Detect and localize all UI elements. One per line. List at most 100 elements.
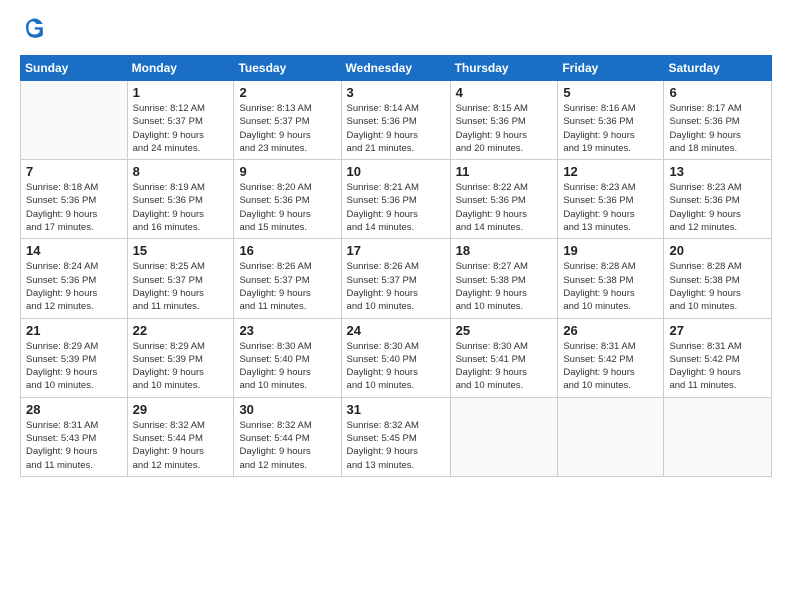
day-number: 6 [669,85,766,100]
calendar-week-row: 1 Sunrise: 8:12 AM Sunset: 5:37 PM Daylig… [21,81,772,160]
day-info: Sunrise: 8:29 AM Sunset: 5:39 PM Dayligh… [133,340,229,393]
day-number: 28 [26,402,122,417]
day-number: 1 [133,85,229,100]
calendar-day-cell: 7 Sunrise: 8:18 AM Sunset: 5:36 PM Daylig… [21,160,128,239]
calendar-day-cell: 12Sunrise: 8:23 AM Sunset: 5:36 PM Dayli… [558,160,664,239]
calendar-day-cell [450,397,558,476]
day-info: Sunrise: 8:12 AM Sunset: 5:37 PM Dayligh… [133,102,229,155]
calendar-day-cell: 1 Sunrise: 8:12 AM Sunset: 5:37 PM Daylig… [127,81,234,160]
day-info: Sunrise: 8:24 AM Sunset: 5:36 PM Dayligh… [26,260,122,313]
day-number: 21 [26,323,122,338]
day-info: Sunrise: 8:30 AM Sunset: 5:40 PM Dayligh… [347,340,445,393]
day-info: Sunrise: 8:28 AM Sunset: 5:38 PM Dayligh… [563,260,658,313]
calendar-day-cell: 28 Sunrise: 8:31 AM Sunset: 5:43 PM Dayli… [21,397,128,476]
calendar-day-cell [558,397,664,476]
day-info: Sunrise: 8:14 AM Sunset: 5:36 PM Dayligh… [347,102,445,155]
day-number: 22 [133,323,229,338]
day-info: Sunrise: 8:19 AM Sunset: 5:36 PM Dayligh… [133,181,229,234]
day-number: 8 [133,164,229,179]
calendar-day-cell: 8 Sunrise: 8:19 AM Sunset: 5:36 PM Daylig… [127,160,234,239]
day-info: Sunrise: 8:32 AM Sunset: 5:44 PM Dayligh… [133,419,229,472]
calendar-day-cell: 17 Sunrise: 8:26 AM Sunset: 5:37 PM Dayli… [341,239,450,318]
calendar-week-row: 14 Sunrise: 8:24 AM Sunset: 5:36 PM Dayli… [21,239,772,318]
day-info: Sunrise: 8:28 AM Sunset: 5:38 PM Dayligh… [669,260,766,313]
day-info: Sunrise: 8:27 AM Sunset: 5:38 PM Dayligh… [456,260,553,313]
day-number: 10 [347,164,445,179]
day-number: 5 [563,85,658,100]
day-number: 14 [26,243,122,258]
calendar-week-row: 21 Sunrise: 8:29 AM Sunset: 5:39 PM Dayli… [21,318,772,397]
day-number: 17 [347,243,445,258]
day-info: Sunrise: 8:30 AM Sunset: 5:41 PM Dayligh… [456,340,553,393]
calendar-day-cell: 23 Sunrise: 8:30 AM Sunset: 5:40 PM Dayli… [234,318,341,397]
day-info: Sunrise: 8:21 AM Sunset: 5:36 PM Dayligh… [347,181,445,234]
calendar-day-cell: 16 Sunrise: 8:26 AM Sunset: 5:37 PM Dayli… [234,239,341,318]
calendar-day-cell: 19 Sunrise: 8:28 AM Sunset: 5:38 PM Dayli… [558,239,664,318]
calendar-table: SundayMondayTuesdayWednesdayThursdayFrid… [20,55,772,477]
calendar-week-row: 28 Sunrise: 8:31 AM Sunset: 5:43 PM Dayli… [21,397,772,476]
day-number: 3 [347,85,445,100]
day-number: 25 [456,323,553,338]
calendar-day-cell: 24 Sunrise: 8:30 AM Sunset: 5:40 PM Dayli… [341,318,450,397]
calendar-day-cell: 13 Sunrise: 8:23 AM Sunset: 5:36 PM Dayli… [664,160,772,239]
day-info: Sunrise: 8:30 AM Sunset: 5:40 PM Dayligh… [239,340,335,393]
day-info: Sunrise: 8:22 AM Sunset: 5:36 PM Dayligh… [456,181,553,234]
header [20,16,772,45]
day-info: Sunrise: 8:18 AM Sunset: 5:36 PM Dayligh… [26,181,122,234]
day-number: 19 [563,243,658,258]
day-number: 9 [239,164,335,179]
day-info: Sunrise: 8:15 AM Sunset: 5:36 PM Dayligh… [456,102,553,155]
logo-icon [22,16,46,40]
day-info: Sunrise: 8:23 AM Sunset: 5:36 PM Dayligh… [669,181,766,234]
day-number: 2 [239,85,335,100]
day-number: 16 [239,243,335,258]
calendar-day-cell: 6 Sunrise: 8:17 AM Sunset: 5:36 PM Daylig… [664,81,772,160]
day-info: Sunrise: 8:31 AM Sunset: 5:42 PM Dayligh… [669,340,766,393]
day-number: 13 [669,164,766,179]
calendar-day-cell: 2 Sunrise: 8:13 AM Sunset: 5:37 PM Daylig… [234,81,341,160]
calendar-day-cell: 4Sunrise: 8:15 AM Sunset: 5:36 PM Daylig… [450,81,558,160]
calendar-day-cell: 21Sunrise: 8:29 AM Sunset: 5:39 PM Dayli… [21,318,128,397]
calendar-day-cell [21,81,128,160]
day-number: 26 [563,323,658,338]
day-info: Sunrise: 8:26 AM Sunset: 5:37 PM Dayligh… [239,260,335,313]
calendar-header-row: SundayMondayTuesdayWednesdayThursdayFrid… [21,56,772,81]
calendar-day-cell: 15 Sunrise: 8:25 AM Sunset: 5:37 PM Dayli… [127,239,234,318]
day-info: Sunrise: 8:20 AM Sunset: 5:36 PM Dayligh… [239,181,335,234]
day-info: Sunrise: 8:13 AM Sunset: 5:37 PM Dayligh… [239,102,335,155]
day-number: 30 [239,402,335,417]
day-number: 29 [133,402,229,417]
day-number: 7 [26,164,122,179]
day-of-week-header: Friday [558,56,664,81]
day-info: Sunrise: 8:26 AM Sunset: 5:37 PM Dayligh… [347,260,445,313]
calendar-day-cell: 5 Sunrise: 8:16 AM Sunset: 5:36 PM Daylig… [558,81,664,160]
day-number: 20 [669,243,766,258]
day-of-week-header: Tuesday [234,56,341,81]
day-number: 15 [133,243,229,258]
calendar-day-cell: 20 Sunrise: 8:28 AM Sunset: 5:38 PM Dayli… [664,239,772,318]
calendar-day-cell: 10 Sunrise: 8:21 AM Sunset: 5:36 PM Dayli… [341,160,450,239]
day-number: 27 [669,323,766,338]
day-of-week-header: Sunday [21,56,128,81]
day-number: 23 [239,323,335,338]
day-info: Sunrise: 8:25 AM Sunset: 5:37 PM Dayligh… [133,260,229,313]
calendar-day-cell: 18 Sunrise: 8:27 AM Sunset: 5:38 PM Dayli… [450,239,558,318]
day-info: Sunrise: 8:17 AM Sunset: 5:36 PM Dayligh… [669,102,766,155]
calendar-day-cell: 11 Sunrise: 8:22 AM Sunset: 5:36 PM Dayli… [450,160,558,239]
logo [20,16,48,45]
day-info: Sunrise: 8:23 AM Sunset: 5:36 PM Dayligh… [563,181,658,234]
calendar-day-cell: 26Sunrise: 8:31 AM Sunset: 5:42 PM Dayli… [558,318,664,397]
day-info: Sunrise: 8:31 AM Sunset: 5:43 PM Dayligh… [26,419,122,472]
calendar-day-cell: 22 Sunrise: 8:29 AM Sunset: 5:39 PM Dayli… [127,318,234,397]
day-number: 24 [347,323,445,338]
day-number: 31 [347,402,445,417]
calendar-day-cell: 29 Sunrise: 8:32 AM Sunset: 5:44 PM Dayli… [127,397,234,476]
day-number: 11 [456,164,553,179]
calendar-day-cell: 14 Sunrise: 8:24 AM Sunset: 5:36 PM Dayli… [21,239,128,318]
day-number: 18 [456,243,553,258]
calendar-day-cell: 3 Sunrise: 8:14 AM Sunset: 5:36 PM Daylig… [341,81,450,160]
day-info: Sunrise: 8:16 AM Sunset: 5:36 PM Dayligh… [563,102,658,155]
day-info: Sunrise: 8:32 AM Sunset: 5:44 PM Dayligh… [239,419,335,472]
calendar-day-cell: 27 Sunrise: 8:31 AM Sunset: 5:42 PM Dayli… [664,318,772,397]
page-container: SundayMondayTuesdayWednesdayThursdayFrid… [0,0,792,612]
